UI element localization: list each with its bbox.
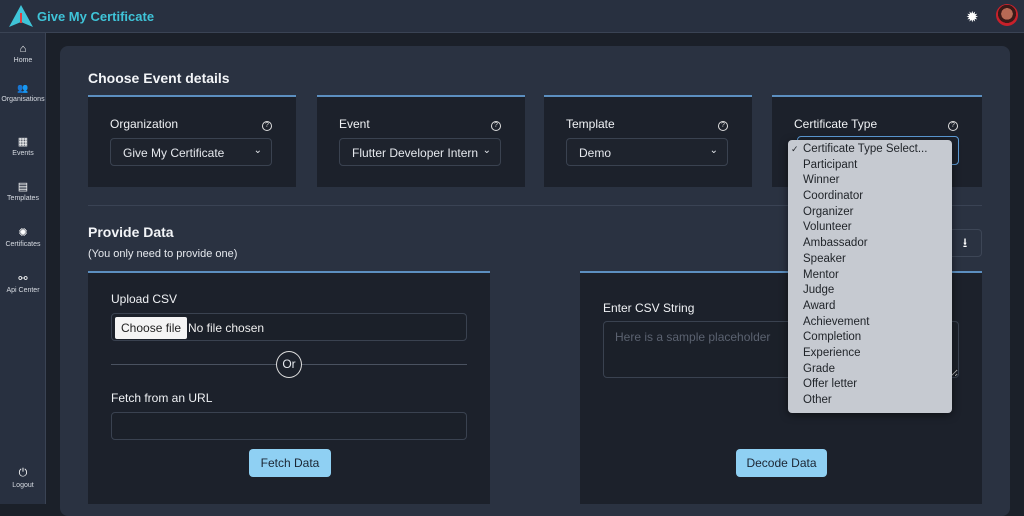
avatar[interactable]: [996, 4, 1018, 26]
gear-icon[interactable]: ✹: [966, 8, 979, 26]
event-select[interactable]: Flutter Developer Intern ⌄: [339, 138, 501, 166]
dropdown-option[interactable]: Award: [788, 299, 952, 315]
dropdown-option[interactable]: Mentor: [788, 268, 952, 284]
dropdown-option[interactable]: Speaker: [788, 252, 952, 268]
url-input[interactable]: [111, 412, 467, 440]
certificate-icon: ✺: [18, 227, 28, 239]
dropdown-option[interactable]: Achievement: [788, 315, 952, 331]
data-section-title: Provide Data: [88, 224, 174, 240]
dropdown-option[interactable]: Judge: [788, 283, 952, 299]
choose-file-button[interactable]: Choose file: [115, 317, 188, 339]
dropdown-option[interactable]: Ambassador: [788, 236, 952, 252]
help-icon[interactable]: ?: [948, 121, 958, 131]
dropdown-option[interactable]: Offer letter: [788, 377, 952, 393]
link-icon: ⚯: [18, 273, 28, 285]
help-icon[interactable]: ?: [262, 121, 272, 131]
sidebar-item-events[interactable]: ▦ Events: [0, 135, 46, 157]
sidebar-item-api-center[interactable]: ⚯ Api Center: [0, 272, 46, 294]
chevron-down-icon: ⌄: [709, 145, 718, 156]
dropdown-option[interactable]: Coordinator: [788, 189, 952, 205]
logout-icon: ⏻: [18, 467, 28, 479]
help-icon[interactable]: ?: [491, 121, 501, 131]
certificate-type-dropdown: ✓ Certificate Type Select... Participant Wi…: [788, 140, 952, 413]
top-bar: Give My Certificate ✹: [0, 0, 1024, 33]
organization-card: Organization ? Give My Certificate ⌄: [88, 95, 296, 187]
template-select[interactable]: Demo ⌄: [566, 138, 728, 166]
event-card: Event ? Flutter Developer Intern ⌄: [317, 95, 525, 187]
dropdown-option[interactable]: Grade: [788, 362, 952, 378]
event-section-title: Choose Event details: [88, 70, 230, 86]
data-section-subtitle: (You only need to provide one): [88, 248, 238, 260]
decode-data-button[interactable]: Decode Data: [736, 449, 827, 477]
users-icon: 👥: [17, 83, 29, 93]
dropdown-option[interactable]: Organizer: [788, 205, 952, 221]
upload-csv-label: Upload CSV: [111, 292, 178, 306]
url-label: Fetch from an URL: [111, 391, 213, 405]
dropdown-option[interactable]: Completion: [788, 330, 952, 346]
dropdown-option[interactable]: Other: [788, 393, 952, 409]
sidebar-item-home[interactable]: ⌂ Home: [0, 43, 46, 64]
file-status: No file chosen: [188, 321, 265, 335]
chevron-down-icon: ⌄: [482, 145, 491, 156]
dropdown-option[interactable]: Winner: [788, 173, 952, 189]
brand-name[interactable]: Give My Certificate: [37, 9, 154, 24]
logo-icon: [9, 5, 33, 27]
dropdown-option[interactable]: ✓ Certificate Type Select...: [788, 142, 952, 158]
fetch-data-button[interactable]: Fetch Data: [249, 449, 331, 477]
chevron-down-icon: ⌄: [253, 145, 262, 156]
sidebar: ⌂ Home 👥 Organisations ▦ Events ▤ Templates …: [0, 33, 46, 504]
calendar-icon: ▦: [17, 136, 29, 148]
template-card: Template ? Demo ⌄: [544, 95, 752, 187]
sidebar-item-logout[interactable]: ⏻ Logout: [0, 467, 46, 489]
or-badge: Or: [276, 351, 302, 378]
download-icon: ⭳: [962, 235, 968, 250]
sidebar-item-organisations[interactable]: 👥 Organisations: [0, 84, 46, 104]
template-icon: ▤: [17, 181, 29, 193]
dropdown-option[interactable]: Experience: [788, 346, 952, 362]
check-icon: ✓: [791, 144, 799, 154]
sidebar-item-certificates[interactable]: ✺ Certificates: [0, 226, 46, 248]
dropdown-option[interactable]: Participant: [788, 158, 952, 174]
sidebar-item-templates[interactable]: ▤ Templates: [0, 180, 46, 202]
csv-string-label: Enter CSV String: [603, 301, 695, 315]
dropdown-option[interactable]: Volunteer: [788, 220, 952, 236]
help-icon[interactable]: ?: [718, 121, 728, 131]
file-input[interactable]: Choose file No file chosen: [111, 313, 467, 341]
organization-select[interactable]: Give My Certificate ⌄: [110, 138, 272, 166]
download-button[interactable]: ⭳: [948, 229, 982, 257]
home-icon: ⌂: [19, 43, 27, 55]
